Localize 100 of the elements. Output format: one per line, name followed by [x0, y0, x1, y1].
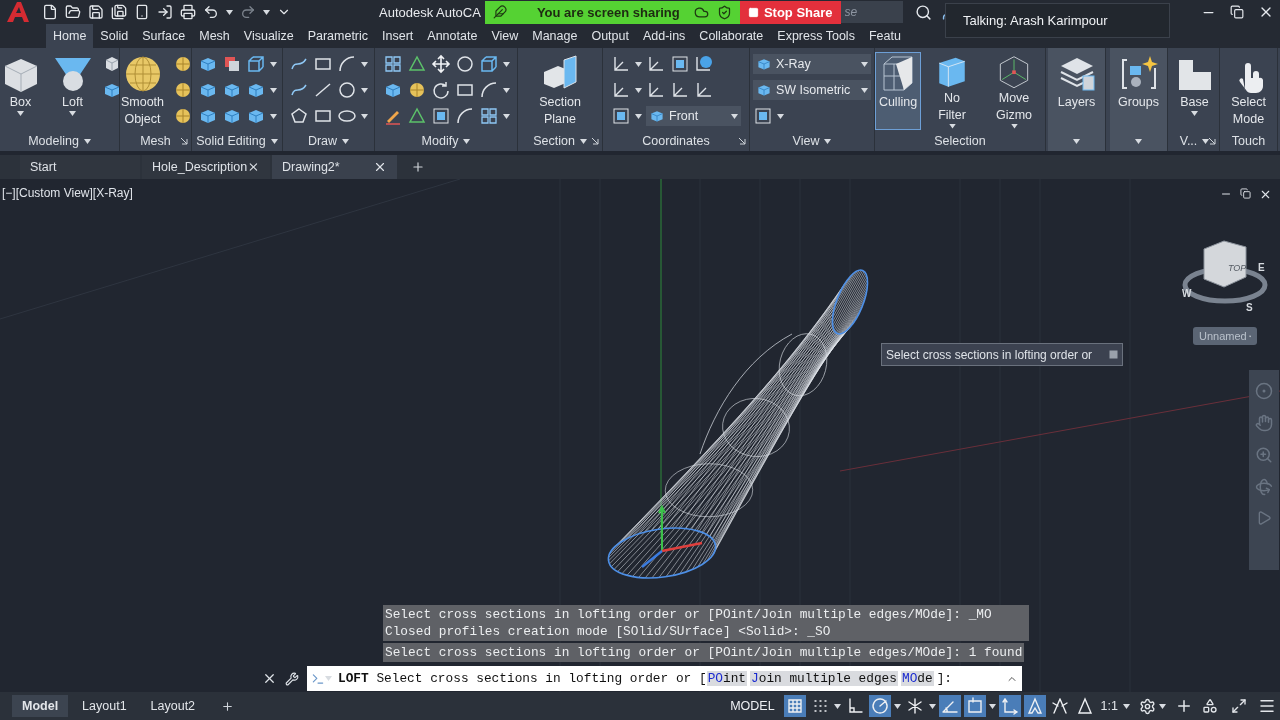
view-dropdown[interactable]: Front: [646, 106, 741, 126]
caret-icon[interactable]: [824, 138, 832, 144]
caret-icon[interactable]: [635, 87, 642, 93]
dialog-launcher-icon[interactable]: [738, 137, 746, 145]
grid-toggle[interactable]: [783, 695, 806, 717]
ribbon-tab[interactable]: Visualize: [236, 24, 301, 48]
caret-icon[interactable]: [83, 138, 91, 144]
dialog-launcher-icon[interactable]: [180, 137, 188, 145]
compass-direction[interactable]: W: [1182, 288, 1192, 299]
wrench-icon[interactable]: [285, 671, 299, 686]
axes-icon[interactable]: [646, 54, 666, 74]
caret-icon[interactable]: [731, 113, 738, 119]
add-icon[interactable]: [1175, 697, 1193, 715]
caret-icon[interactable]: [1073, 138, 1080, 144]
globe-icon[interactable]: [694, 54, 714, 74]
frame-icon[interactable]: [611, 106, 631, 126]
panel-title[interactable]: Modeling: [28, 134, 79, 148]
caret-icon[interactable]: [928, 703, 936, 709]
view-dropdown[interactable]: SW Isometric: [753, 80, 871, 100]
ribbon-button[interactable]: No Filter: [927, 52, 978, 130]
document-tab[interactable]: Start: [20, 155, 140, 179]
panel-title[interactable]: V...: [1179, 134, 1198, 148]
triangle-icon[interactable]: [406, 106, 427, 126]
scale-button[interactable]: 1:1: [1098, 699, 1120, 713]
ucs-toggle[interactable]: [998, 695, 1021, 717]
caret-icon[interactable]: [777, 113, 784, 119]
shapes-icon[interactable]: [1202, 698, 1218, 714]
layout-tab[interactable]: Layout1: [72, 695, 137, 717]
caret-icon[interactable]: [833, 703, 841, 709]
arc-icon[interactable]: [454, 106, 475, 126]
model-space-button[interactable]: MODEL: [724, 699, 781, 713]
panel-title[interactable]: Section: [533, 134, 575, 148]
caret-icon[interactable]: [1191, 111, 1198, 116]
folder-icon[interactable]: [65, 4, 81, 20]
ribbon-tab[interactable]: Manage: [525, 24, 585, 48]
panel-title[interactable]: View: [792, 134, 820, 148]
axes-icon[interactable]: [611, 54, 631, 74]
triangle-icon[interactable]: [406, 54, 427, 74]
caret-icon[interactable]: [226, 9, 233, 15]
panel-title[interactable]: Modify: [421, 134, 459, 148]
ribbon-tab[interactable]: Solid: [93, 24, 136, 48]
caret-icon[interactable]: [69, 111, 76, 116]
caret-icon[interactable]: [17, 111, 24, 116]
view-dropdown[interactable]: X-Ray: [753, 54, 871, 74]
frame-icon[interactable]: [670, 54, 690, 74]
shield-icon[interactable]: [716, 4, 732, 20]
axes-icon[interactable]: [670, 80, 690, 100]
undo-icon[interactable]: [203, 4, 219, 20]
caret-icon[interactable]: [1010, 124, 1018, 129]
close-icon[interactable]: [1259, 188, 1272, 201]
caret-icon[interactable]: [861, 87, 868, 93]
save-as-icon[interactable]: [111, 4, 127, 20]
close-icon[interactable]: [262, 671, 277, 686]
pentagon-icon[interactable]: [289, 106, 309, 126]
viewport-label[interactable]: [−][Custom View][X-Ray]: [2, 186, 133, 200]
tracking-toggle[interactable]: [938, 695, 961, 717]
caret-icon[interactable]: [635, 113, 642, 119]
axes-icon[interactable]: [611, 80, 631, 100]
ribbon-tab[interactable]: Insert: [375, 24, 421, 48]
ribbon-button[interactable]: Base: [1171, 52, 1218, 130]
search-icon[interactable]: [914, 3, 932, 21]
caret-icon[interactable]: [893, 703, 901, 709]
dialog-launcher-icon[interactable]: [1208, 137, 1216, 145]
frame-icon[interactable]: [753, 106, 773, 126]
import-icon[interactable]: [157, 4, 173, 20]
circle-icon[interactable]: [454, 54, 475, 74]
cloud-icon[interactable]: [693, 4, 709, 20]
object-snap-toggle[interactable]: [963, 695, 986, 717]
command-option[interactable]: POint: [706, 671, 748, 686]
dialog-launcher-icon[interactable]: [591, 137, 599, 145]
caret-icon[interactable]: [361, 87, 368, 93]
app-logo[interactable]: [6, 1, 30, 23]
panel-title[interactable]: Coordinates: [642, 134, 710, 148]
file-icon[interactable]: [42, 4, 58, 20]
caret-icon[interactable]: [463, 138, 471, 144]
ribbon-button[interactable]: Select Mode: [1220, 52, 1277, 130]
arc-icon[interactable]: [337, 54, 357, 74]
ribbon-button[interactable]: Smooth Object: [117, 52, 168, 130]
caret-icon[interactable]: [635, 61, 642, 67]
search-field[interactable]: se: [840, 1, 903, 23]
caret-icon[interactable]: [861, 61, 868, 67]
layout-tab[interactable]: Layout2: [140, 695, 206, 717]
ribbon-tab[interactable]: Express Tools: [770, 24, 862, 48]
caret-icon[interactable]: [342, 138, 350, 144]
menu-icon[interactable]: [1258, 697, 1276, 715]
caret-icon[interactable]: [361, 61, 368, 67]
close-icon[interactable]: [247, 160, 260, 174]
document-tab[interactable]: Hole_Description: [142, 155, 270, 179]
axes-icon[interactable]: [694, 80, 714, 100]
wireframe-cube-icon[interactable]: [478, 54, 499, 74]
ribbon-button[interactable]: Box: [0, 52, 44, 130]
frame-icon[interactable]: [430, 106, 451, 126]
grip-icon[interactable]: [1109, 350, 1118, 359]
rotate-icon[interactable]: [430, 80, 451, 100]
redo-icon[interactable]: [240, 4, 256, 20]
ribbon-tab[interactable]: Featu: [861, 24, 908, 48]
command-line-field[interactable]: LOFT Select cross sections in lofting order or [POint Join multiple edges MOde ]:: [307, 666, 1022, 691]
restore-icon[interactable]: [1240, 188, 1251, 199]
caret-icon[interactable]: [270, 138, 278, 144]
axes-icon[interactable]: [646, 80, 666, 100]
